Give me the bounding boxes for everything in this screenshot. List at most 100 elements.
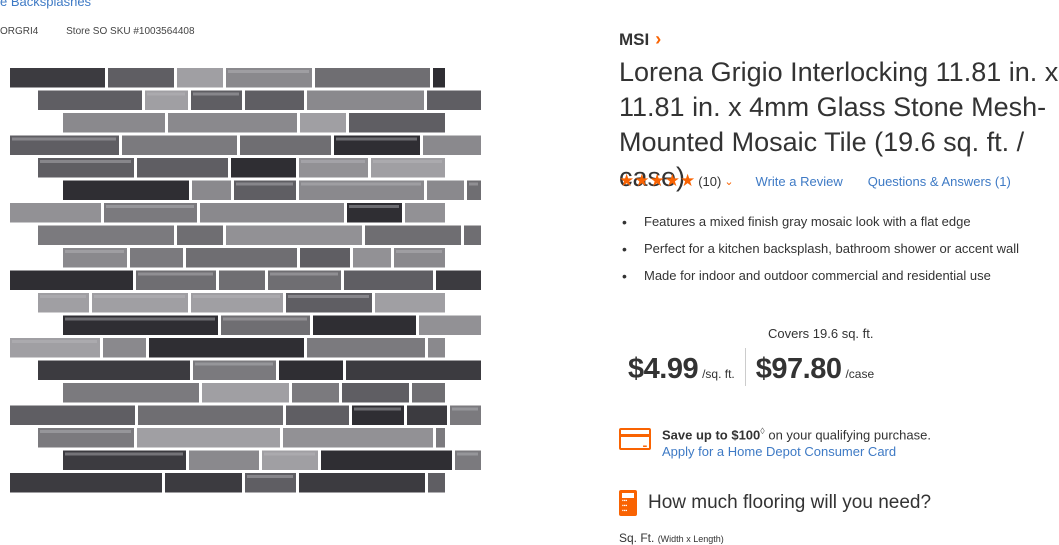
questions-answers-link[interactable]: Questions & Answers (1): [868, 174, 1011, 189]
mosaic-strip: [103, 338, 146, 358]
mosaic-strip-highlight: [40, 160, 131, 163]
mosaic-strip: [177, 68, 223, 88]
brand-link[interactable]: MSI ›: [619, 29, 661, 50]
mosaic-strip: [63, 383, 199, 403]
mosaic-strip-highlight: [264, 452, 315, 456]
mosaic-strip: [63, 113, 165, 133]
mosaic-strip: [307, 338, 425, 358]
mosaic-strip: [464, 225, 481, 245]
mosaic-strip: [63, 180, 189, 200]
mosaic-strip-highlight: [193, 295, 280, 298]
mosaic-strip: [177, 225, 223, 245]
price-per-case: $97.80: [755, 353, 842, 385]
mosaic-strip-highlight: [223, 317, 307, 321]
mosaic-strip: [130, 248, 183, 268]
mosaic-strip: [375, 293, 445, 313]
price-per-case-unit: /case: [845, 367, 875, 381]
mosaic-strip-highlight: [247, 475, 293, 478]
mosaic-strip-highlight: [65, 452, 183, 456]
mosaic-strip: [407, 405, 447, 425]
mosaic-strip: [299, 473, 425, 493]
mosaic-strip: [200, 203, 344, 223]
mosaic-strip-highlight: [40, 430, 131, 433]
product-image[interactable]: [8, 46, 488, 516]
star-rating-icon[interactable]: ★★★★★: [619, 171, 695, 191]
mosaic-strip: [10, 270, 133, 290]
feature-item: Made for indoor and outdoor commercial a…: [619, 266, 1019, 293]
mosaic-strip-highlight: [12, 340, 97, 343]
coverage-text: Covers 19.6 sq. ft.: [768, 326, 874, 341]
breadcrumb-link[interactable]: e Backsplashes: [0, 0, 91, 9]
review-count[interactable]: (10): [698, 174, 721, 189]
mosaic-strip-highlight: [236, 182, 293, 186]
mosaic-strip: [279, 360, 343, 380]
promo-savings-text: on your qualifying purchase.: [764, 427, 931, 443]
mosaic-strip: [38, 360, 190, 380]
write-review-link[interactable]: Write a Review: [756, 174, 843, 189]
calculator-title: How much flooring will you need?: [648, 492, 932, 513]
mosaic-strip-highlight: [94, 295, 185, 298]
mosaic-strip: [300, 113, 346, 133]
mosaic-strip: [292, 383, 339, 403]
mosaic-strip: [321, 450, 452, 470]
breadcrumb[interactable]: e Backsplashes: [0, 0, 91, 9]
chevron-down-icon[interactable]: ⌄: [724, 175, 733, 188]
mosaic-strip-highlight: [396, 250, 442, 253]
mosaic-strip-highlight: [288, 295, 369, 298]
mosaic-strip: [10, 68, 105, 88]
mosaic-strip-highlight: [349, 205, 399, 208]
mosaic-strip: [192, 180, 231, 200]
mosaic-strip-highlight: [106, 205, 194, 208]
mosaic-strip: [419, 315, 481, 335]
mosaic-strip: [10, 203, 101, 223]
mosaic-strip: [138, 405, 283, 425]
mosaic-strip-highlight: [40, 295, 86, 298]
mosaic-strip: [219, 270, 265, 290]
calculator-icon: [619, 490, 637, 516]
mosaic-strip: [412, 383, 445, 403]
mosaic-strip-highlight: [336, 137, 417, 141]
price-row: $4.99 /sq. ft. $97.80 /case: [628, 348, 874, 386]
chevron-right-icon: ›: [655, 29, 662, 49]
product-ids: ORGRI4 Store SO SKU #1003564408: [0, 26, 220, 37]
mosaic-strip: [137, 428, 280, 448]
mosaic-strip: [10, 405, 135, 425]
mosaic-strip-highlight: [457, 452, 478, 456]
mosaic-strip-highlight: [373, 160, 442, 163]
mosaic-strip: [286, 405, 349, 425]
mosaic-strip: [344, 270, 433, 290]
mosaic-strip-highlight: [147, 92, 185, 96]
feature-item: Perfect for a kitchen backsplash, bathro…: [619, 239, 1019, 266]
mosaic-strip: [122, 135, 237, 155]
mosaic-strip-highlight: [65, 317, 215, 321]
mosaic-strip: [226, 225, 362, 245]
price-divider: [744, 348, 746, 386]
promo-savings: Save up to $100: [662, 427, 761, 443]
mosaic-tile-image: [10, 68, 481, 493]
mosaic-strip: [436, 428, 445, 448]
mosaic-strip: [137, 158, 228, 178]
feature-list: Features a mixed finish gray mosaic look…: [619, 212, 1019, 293]
mosaic-strip: [342, 383, 409, 403]
mosaic-strip: [245, 90, 304, 110]
mosaic-strip: [108, 68, 174, 88]
mosaic-strip: [428, 473, 445, 493]
mosaic-strip-highlight: [270, 272, 338, 276]
mosaic-strip-highlight: [138, 272, 213, 276]
mosaic-strip: [428, 338, 445, 358]
brand-name[interactable]: MSI: [619, 30, 649, 50]
price-per-sqft-unit: /sq. ft.: [702, 367, 735, 381]
mosaic-strip: [315, 68, 430, 88]
mosaic-strip: [346, 360, 481, 380]
mosaic-strip: [38, 90, 142, 110]
mosaic-strip-highlight: [301, 160, 365, 163]
mosaic-strip-highlight: [12, 137, 116, 141]
credit-card-icon: [619, 428, 651, 450]
mosaic-strip: [186, 248, 297, 268]
mosaic-strip: [313, 315, 416, 335]
apply-card-link[interactable]: Apply for a Home Depot Consumer Card: [662, 443, 931, 460]
mosaic-strip: [168, 113, 297, 133]
mosaic-strip: [436, 270, 481, 290]
mosaic-strip: [38, 225, 174, 245]
mosaic-strip-highlight: [228, 70, 309, 73]
